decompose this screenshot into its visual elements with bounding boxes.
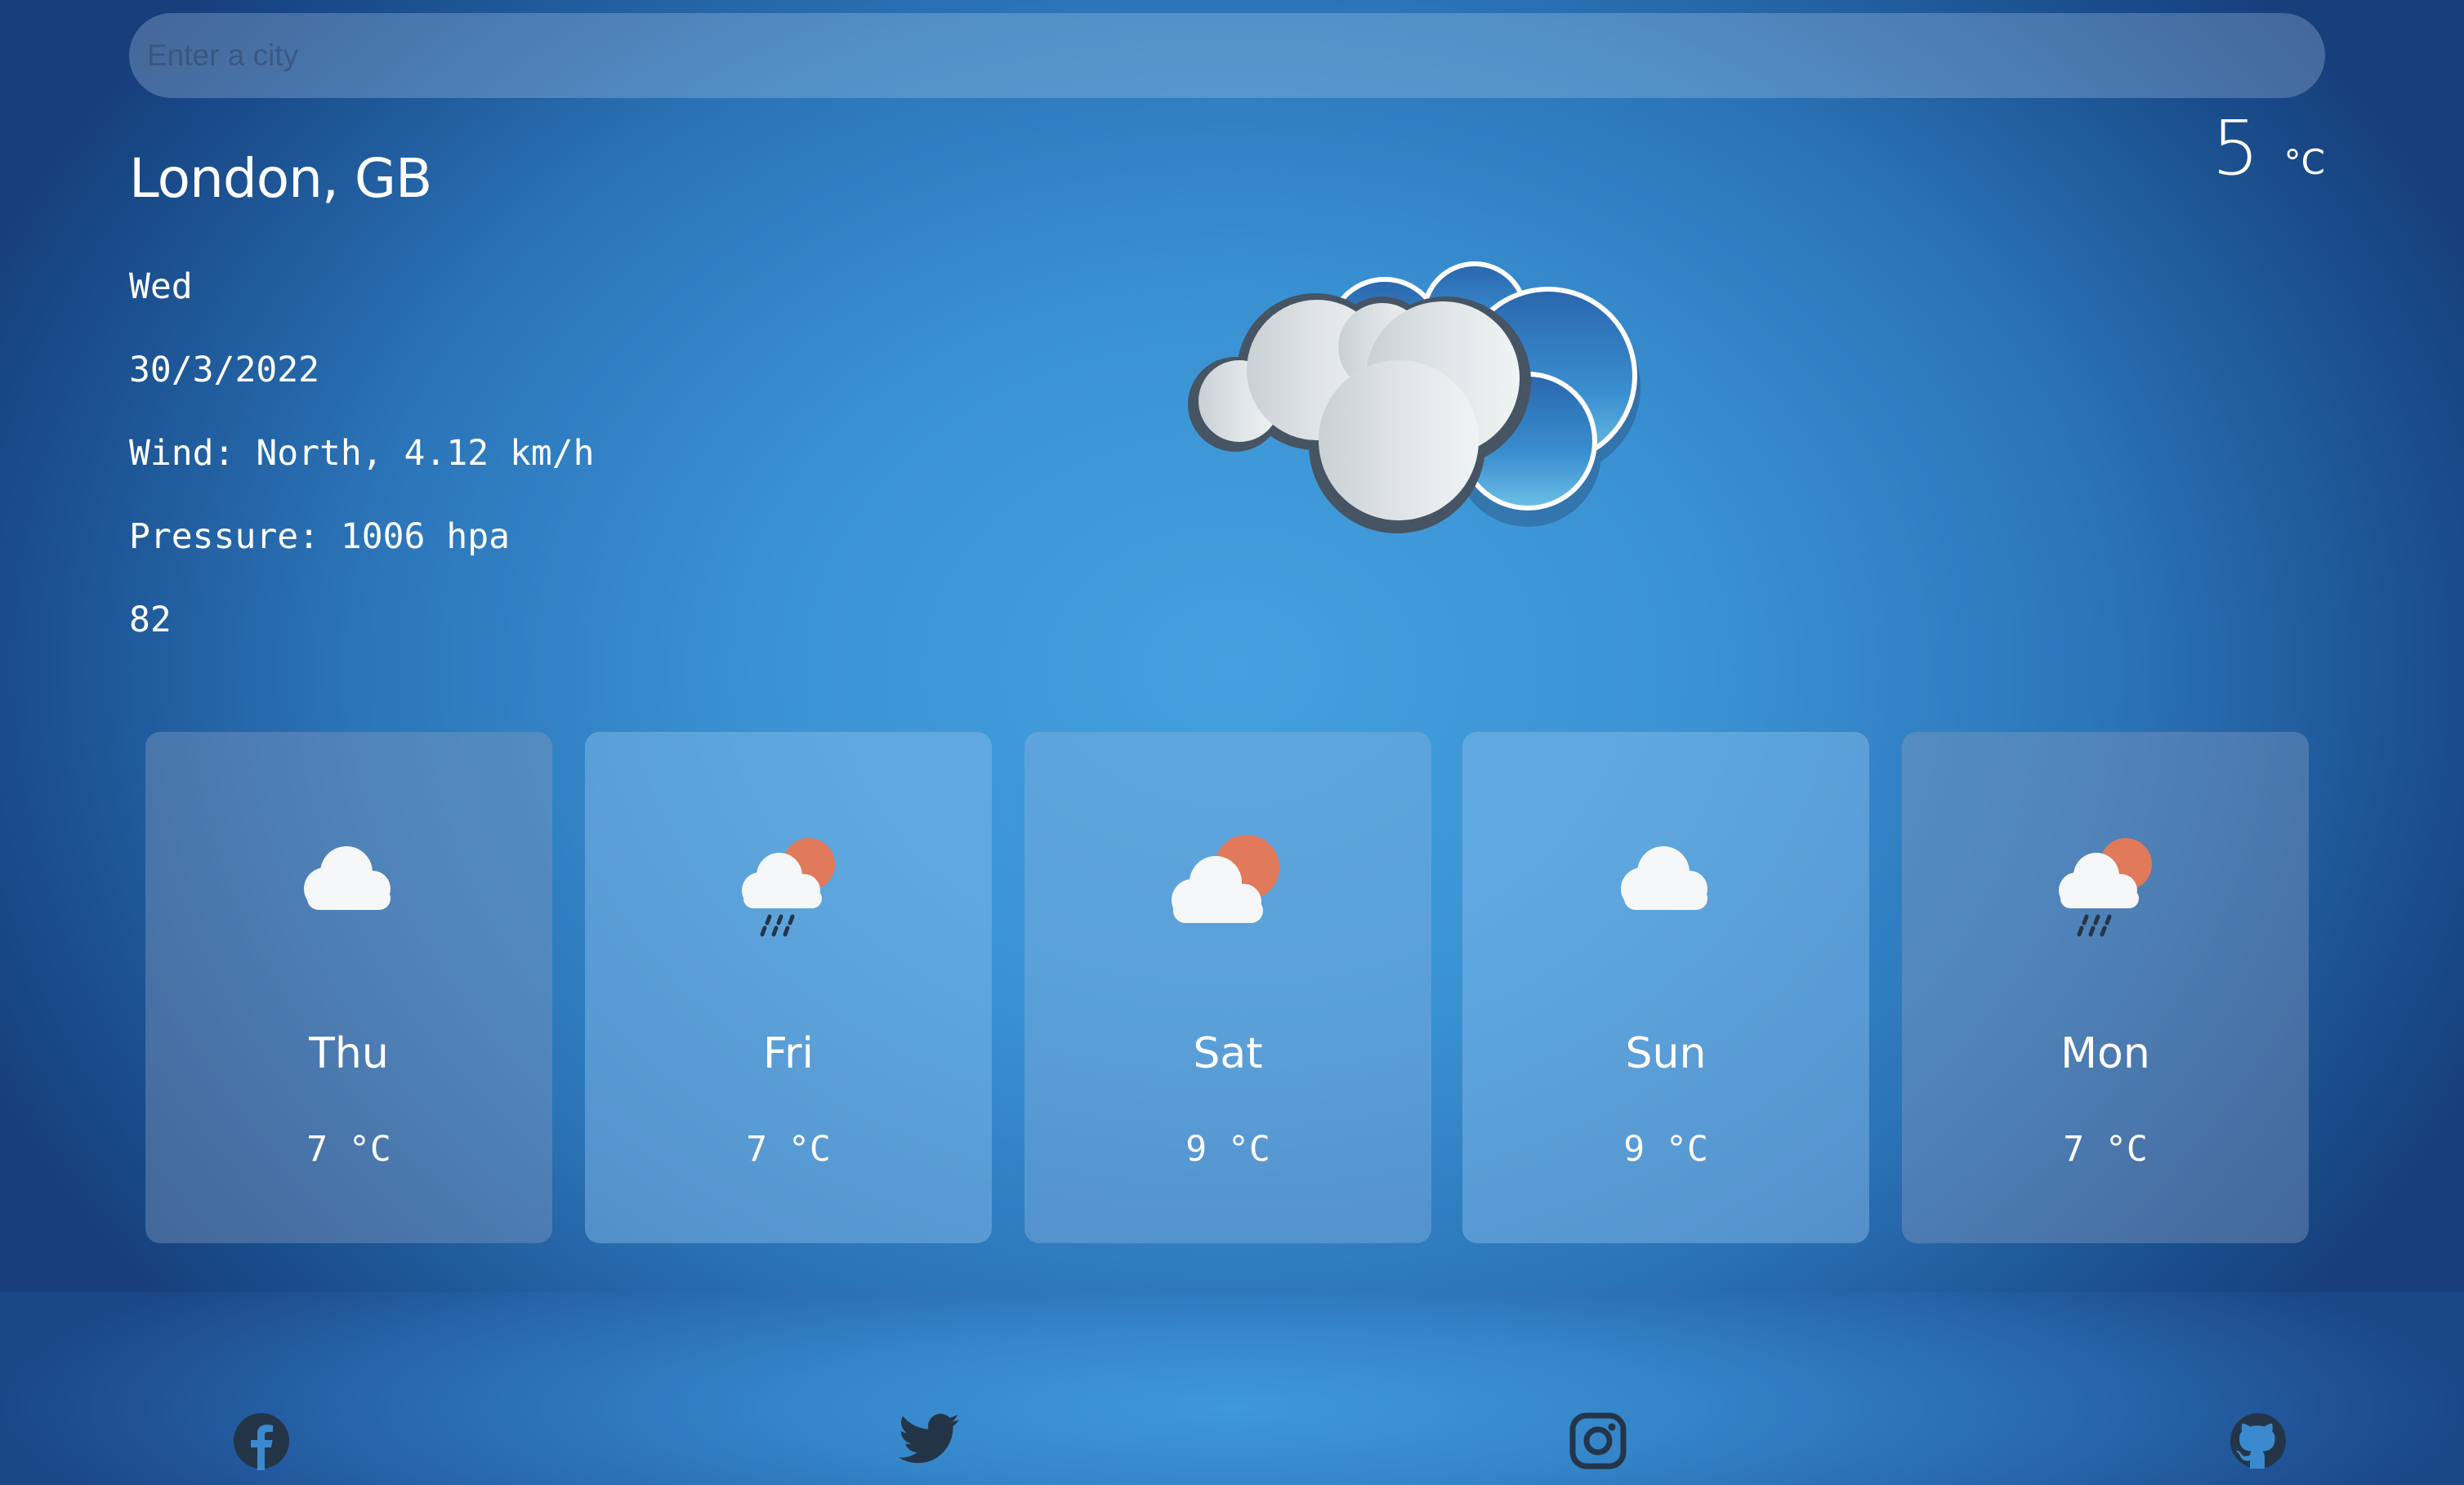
forecast-temperature: 7 °C [746, 1129, 831, 1170]
cloud-icon [1462, 822, 1869, 944]
current-date: 30/3/2022 [129, 350, 319, 390]
twitter-icon[interactable] [899, 1411, 961, 1470]
forecast-card[interactable]: Fri 7 °C [585, 732, 992, 1243]
forecast-day: Fri [763, 1029, 814, 1078]
forecast-card[interactable]: Sun 9 °C [1462, 732, 1869, 1243]
humidity-info: 82 [129, 600, 172, 640]
github-icon[interactable] [2229, 1411, 2288, 1470]
footer [0, 1292, 2464, 1485]
current-temperature: 5 °C [2212, 105, 2325, 192]
forecast-day: Thu [309, 1029, 389, 1078]
facebook-icon[interactable] [232, 1411, 291, 1470]
temperature-unit: °C [2283, 142, 2325, 182]
forecast-day: Sat [1193, 1029, 1263, 1078]
instagram-icon[interactable] [1569, 1411, 1627, 1470]
cloud-icon [145, 822, 552, 944]
sun-cloud-icon [1024, 822, 1431, 944]
overcast-clouds-icon [1168, 233, 1658, 551]
forecast-card[interactable]: Thu 7 °C [145, 732, 552, 1243]
forecast-temperature: 9 °C [1185, 1129, 1270, 1170]
wind-info: Wind: North, 4.12 km/h [129, 433, 595, 474]
forecast-temperature: 7 °C [306, 1129, 391, 1170]
current-temperature-value: 5 [2212, 105, 2260, 192]
current-day: Wed [129, 266, 193, 307]
forecast-temperature: 9 °C [1623, 1129, 1708, 1170]
forecast-card[interactable]: Mon 7 °C [1902, 732, 2309, 1243]
city-search-input[interactable] [145, 12, 2309, 99]
forecast-card[interactable]: Sat 9 °C [1024, 732, 1431, 1243]
forecast-temperature: 7 °C [2063, 1129, 2148, 1170]
pressure-info: Pressure: 1006 hpa [129, 516, 510, 557]
forecast-day: Sun [1625, 1029, 1707, 1078]
forecast-day: Mon [2060, 1029, 2150, 1078]
sun-cloud-rain-icon [585, 822, 992, 944]
city-search-bar[interactable] [129, 12, 2325, 99]
city-name: London, GB [129, 147, 432, 210]
sun-cloud-rain-icon [1902, 822, 2309, 944]
